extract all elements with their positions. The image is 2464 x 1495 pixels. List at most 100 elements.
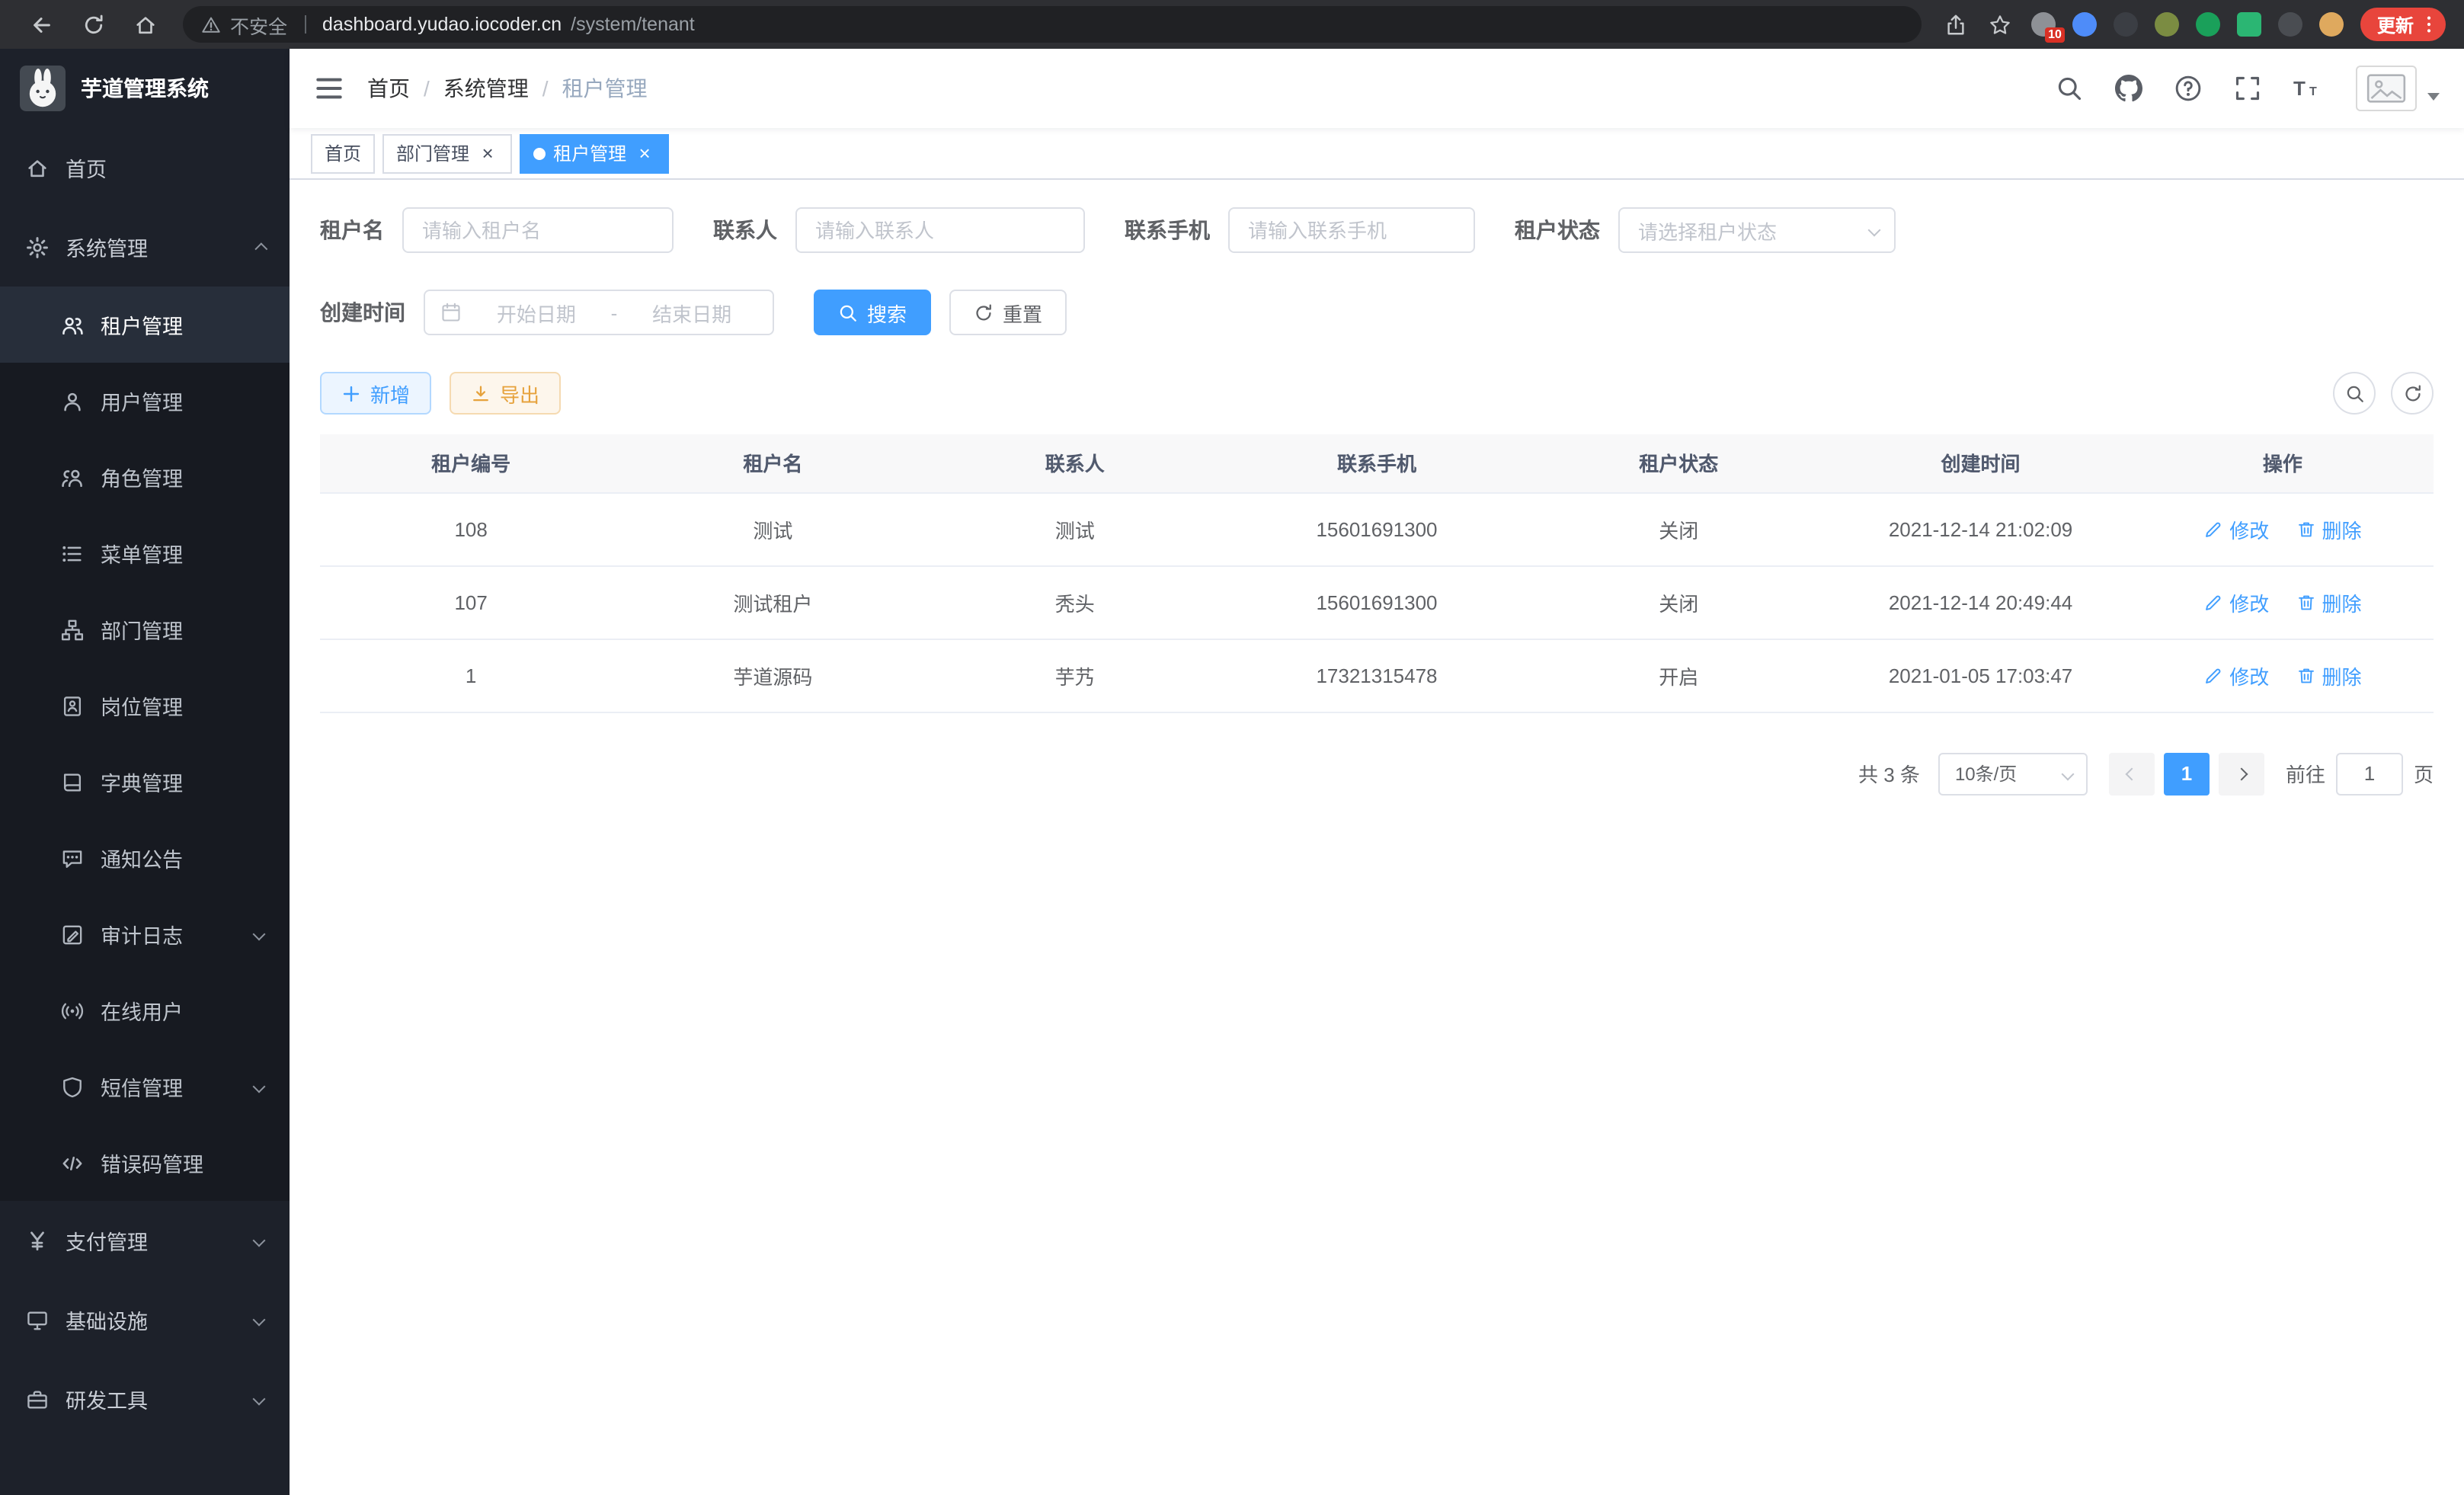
- date-separator: -: [611, 301, 618, 324]
- sidebar-item[interactable]: 支付管理: [0, 1201, 290, 1280]
- sidebar-item[interactable]: 基础设施: [0, 1280, 290, 1359]
- github-icon[interactable]: [2115, 75, 2142, 102]
- back-icon[interactable]: [27, 11, 55, 38]
- sidebar-item-label: 部门管理: [101, 614, 183, 645]
- main-area: /首页 /系统管理 /租户管理: [290, 49, 2464, 1495]
- chevron-down-icon: [1868, 224, 1881, 237]
- sidebar-item[interactable]: 系统管理: [0, 207, 290, 287]
- logo-image: [20, 66, 66, 111]
- extension-icon[interactable]: 10: [2031, 12, 2056, 37]
- edit-button[interactable]: 修改: [2203, 587, 2269, 616]
- sidebar-item[interactable]: 用户管理: [0, 363, 290, 439]
- chevron-icon: [253, 1234, 266, 1247]
- tab-label: 首页: [325, 140, 361, 166]
- fullscreen-icon[interactable]: [2234, 75, 2261, 102]
- fold-icon[interactable]: [314, 73, 344, 104]
- cell-contact: 芋艿: [924, 639, 1226, 712]
- table-header-row: 租户编号租户名联系人联系手机租户状态创建时间操作: [320, 434, 2434, 492]
- sidebar-item[interactable]: 首页: [0, 128, 290, 207]
- goto-page-input[interactable]: [2336, 752, 2403, 795]
- prev-page-button[interactable]: [2109, 752, 2155, 795]
- sidebar-item[interactable]: 部门管理: [0, 591, 290, 667]
- add-button[interactable]: 新增: [320, 372, 431, 415]
- tenant-name-input[interactable]: [402, 207, 674, 253]
- tab-label: 部门管理: [396, 140, 469, 166]
- post-icon: [61, 694, 84, 717]
- page-size-select[interactable]: 10条/页: [1938, 752, 2088, 795]
- extension-icon[interactable]: [2155, 12, 2179, 37]
- pagination: 共 3 条 10条/页 1 前往 页: [320, 752, 2434, 795]
- next-page-button[interactable]: [2219, 752, 2264, 795]
- breadcrumb-item[interactable]: 租户管理: [562, 73, 648, 104]
- tab-item[interactable]: 租户管理 ×: [520, 133, 669, 173]
- star-icon[interactable]: [1987, 11, 2014, 38]
- phone-input[interactable]: [1228, 207, 1475, 253]
- search-icon[interactable]: [2056, 75, 2083, 102]
- sidebar-item[interactable]: 菜单管理: [0, 515, 290, 591]
- reset-button[interactable]: 重置: [949, 290, 1067, 335]
- search-icon: [838, 303, 858, 322]
- page-content: 租户名 联系人 联系手机 租户状态 请选择租户状态: [290, 180, 2464, 1495]
- dict-icon: [61, 770, 84, 793]
- tools-icon: [26, 1388, 49, 1410]
- breadcrumb-item[interactable]: 系统管理: [443, 73, 529, 104]
- user-avatar[interactable]: [2356, 66, 2440, 111]
- extension-icon[interactable]: [2072, 12, 2097, 37]
- phone-label: 联系手机: [1125, 215, 1228, 245]
- sidebar-item-label: 用户管理: [101, 386, 183, 416]
- sidebar-item[interactable]: 短信管理: [0, 1048, 290, 1125]
- delete-button[interactable]: 删除: [2296, 514, 2361, 543]
- toolbar-icon-button[interactable]: [2391, 372, 2434, 415]
- column-header: 租户状态: [1528, 434, 1829, 492]
- search-button[interactable]: 搜索: [814, 290, 931, 335]
- sidebar-item-label: 研发工具: [66, 1384, 148, 1414]
- status-select[interactable]: 请选择租户状态: [1618, 207, 1896, 253]
- browser-update-button[interactable]: 更新: [2360, 8, 2446, 41]
- share-icon[interactable]: [1943, 11, 1970, 38]
- plus-icon: [341, 383, 361, 403]
- delete-button[interactable]: 删除: [2296, 587, 2361, 616]
- breadcrumb-item[interactable]: 首页: [367, 73, 410, 104]
- sidebar: 芋道管理系统 首页 系统管理: [0, 49, 290, 1495]
- tab-close-icon[interactable]: ×: [634, 142, 655, 164]
- tab-item[interactable]: 首页: [311, 133, 375, 173]
- edit-button[interactable]: 修改: [2203, 661, 2269, 690]
- contact-input[interactable]: [795, 207, 1085, 253]
- date-range-input[interactable]: 开始日期 - 结束日期: [424, 290, 774, 335]
- sidebar-item-label: 角色管理: [101, 462, 183, 492]
- delete-button[interactable]: 删除: [2296, 661, 2361, 690]
- sidebar-item[interactable]: 审计日志: [0, 896, 290, 972]
- reset-button-label: 重置: [1003, 298, 1042, 327]
- sidebar-item[interactable]: 通知公告: [0, 820, 290, 896]
- sidebar-item[interactable]: 研发工具: [0, 1359, 290, 1439]
- font-size-icon[interactable]: TT: [2293, 75, 2321, 102]
- sidebar-item[interactable]: 岗位管理: [0, 667, 290, 744]
- page-number-button[interactable]: 1: [2164, 752, 2210, 795]
- address-bar[interactable]: 不安全 dashboard.yudao.iocoder.cn/system/te…: [183, 6, 1922, 43]
- tab-item[interactable]: 部门管理 ×: [382, 133, 512, 173]
- infra-icon: [26, 1308, 49, 1331]
- chevron-down-icon: [2061, 767, 2074, 780]
- sidebar-item[interactable]: 字典管理: [0, 744, 290, 820]
- extension-icon[interactable]: [2114, 12, 2138, 37]
- column-header: 联系人: [924, 434, 1226, 492]
- extension-icon[interactable]: [2278, 12, 2302, 37]
- export-button[interactable]: 导出: [450, 372, 561, 415]
- sidebar-item-label: 基础设施: [66, 1305, 148, 1335]
- sidebar-item[interactable]: 角色管理: [0, 439, 290, 515]
- extension-icon[interactable]: [2196, 12, 2220, 37]
- tab-close-icon[interactable]: ×: [477, 142, 498, 164]
- toolbar-icon-button[interactable]: [2333, 372, 2376, 415]
- edit-button[interactable]: 修改: [2203, 514, 2269, 543]
- reload-icon[interactable]: [79, 11, 107, 38]
- sidebar-item[interactable]: 租户管理: [0, 287, 290, 363]
- sidebar-item[interactable]: 在线用户: [0, 972, 290, 1048]
- sidebar-item[interactable]: 错误码管理: [0, 1125, 290, 1201]
- home-icon[interactable]: [131, 11, 158, 38]
- help-icon[interactable]: [2174, 75, 2202, 102]
- app-logo[interactable]: 芋道管理系统: [0, 49, 290, 128]
- extension-icon[interactable]: [2237, 12, 2261, 37]
- edit-icon: [2203, 519, 2223, 539]
- sidebar-item-label: 在线用户: [101, 995, 183, 1026]
- extension-icon[interactable]: [2319, 12, 2344, 37]
